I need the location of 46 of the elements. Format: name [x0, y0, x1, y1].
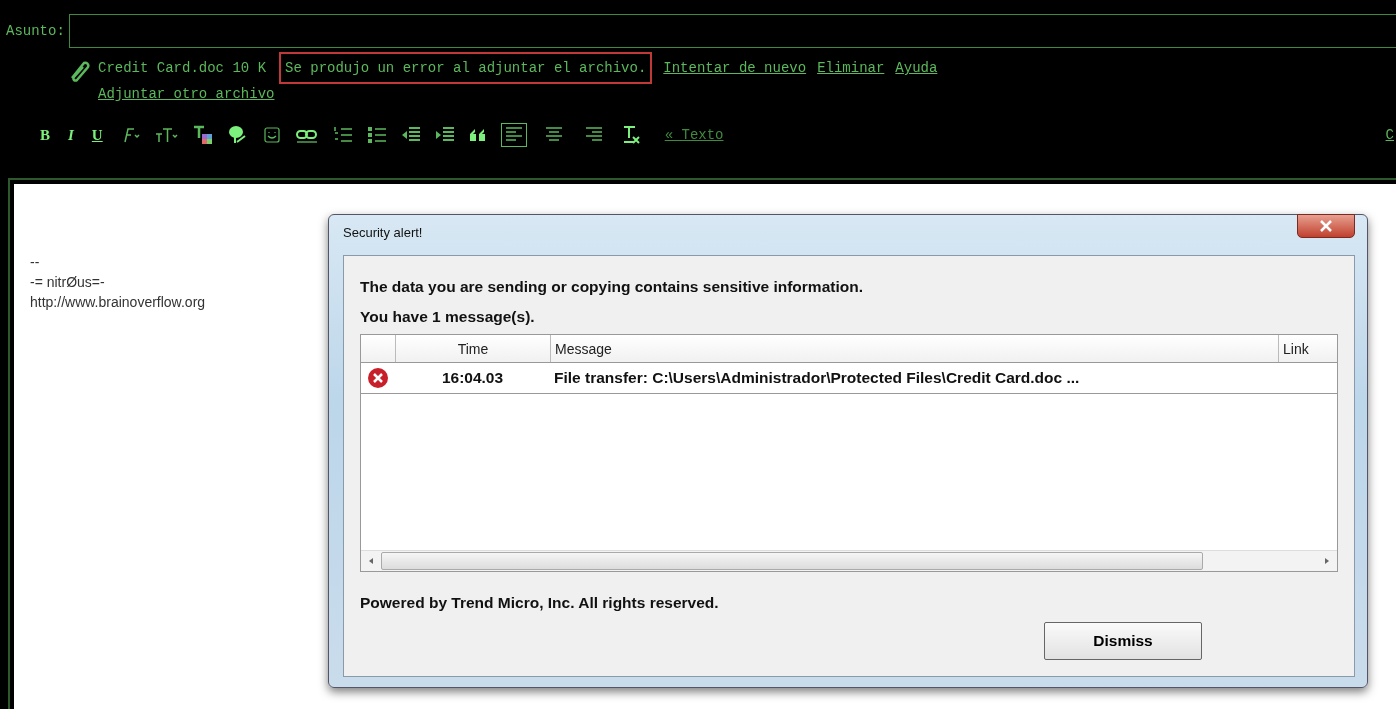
signature-line: -- [30, 253, 40, 272]
time-cell-text: 16:04.03 [440, 369, 505, 387]
emoji-icon[interactable] [262, 126, 281, 144]
error-message: Se produjo un error al adjuntar el archivo. [279, 52, 653, 84]
indent-icon[interactable] [434, 126, 455, 144]
align-right-icon [583, 126, 604, 144]
align-left-button[interactable] [500, 123, 527, 147]
bold-button[interactable]: B [38, 126, 52, 144]
text-color-icon[interactable] [192, 125, 213, 145]
plain-text-link[interactable]: « Texto [664, 127, 724, 143]
scroll-right-icon[interactable] [1323, 557, 1331, 565]
alert-text: You have 1 message(s). [360, 307, 535, 327]
align-center-icon [543, 126, 564, 144]
subject-label: Asunto: [6, 23, 65, 39]
attachment-action-link[interactable]: Intentar de nuevo [663, 60, 807, 76]
link-icon[interactable] [294, 127, 319, 143]
numbered-list-icon[interactable] [332, 125, 353, 145]
dismiss-button[interactable]: Dismiss [1044, 622, 1202, 660]
scrollbar-thumb[interactable] [381, 552, 1203, 570]
column-header[interactable]: Message [555, 340, 612, 357]
italic-button[interactable]: I [66, 126, 76, 144]
align-left-icon [503, 126, 524, 144]
close-icon [1319, 220, 1333, 232]
horizontal-scrollbar[interactable] [361, 550, 1337, 571]
close-button[interactable] [1297, 214, 1355, 238]
bullet-list-icon[interactable] [366, 125, 387, 145]
copyright-text: Powered by Trend Micro, Inc. All rights reserved. [360, 593, 719, 613]
attach-another-link[interactable]: Adjuntar otro archivo [98, 86, 275, 102]
attachment-name: Credit Card.doc 10 K [98, 60, 267, 76]
outdent-icon[interactable] [400, 126, 421, 144]
attachment-action-link[interactable]: Eliminar [817, 60, 885, 76]
dialog-title: Security alert! [343, 225, 423, 240]
alert-text: The data you are sending or copying contains sensitive information. [360, 277, 863, 297]
toolbar-link[interactable]: C [1385, 127, 1394, 143]
scroll-left-icon[interactable] [367, 557, 375, 565]
message-cell-text: File transfer: C:\Users\Administrador\Protected Files\Credit Card.doc ... [553, 369, 1081, 387]
subject-field[interactable] [68, 14, 1396, 48]
attachment-action-link[interactable]: Ayuda [895, 60, 938, 76]
quote-icon[interactable] [468, 128, 487, 142]
signature-line: -= nitrØus=- [30, 273, 105, 292]
paperclip-icon [68, 58, 90, 82]
underline-button[interactable]: U [89, 126, 105, 144]
signature-line: http://www.brainoverflow.org [30, 293, 206, 312]
column-header[interactable]: Time [457, 340, 489, 357]
font-size-icon[interactable] [154, 126, 179, 144]
error-icon [367, 367, 389, 389]
